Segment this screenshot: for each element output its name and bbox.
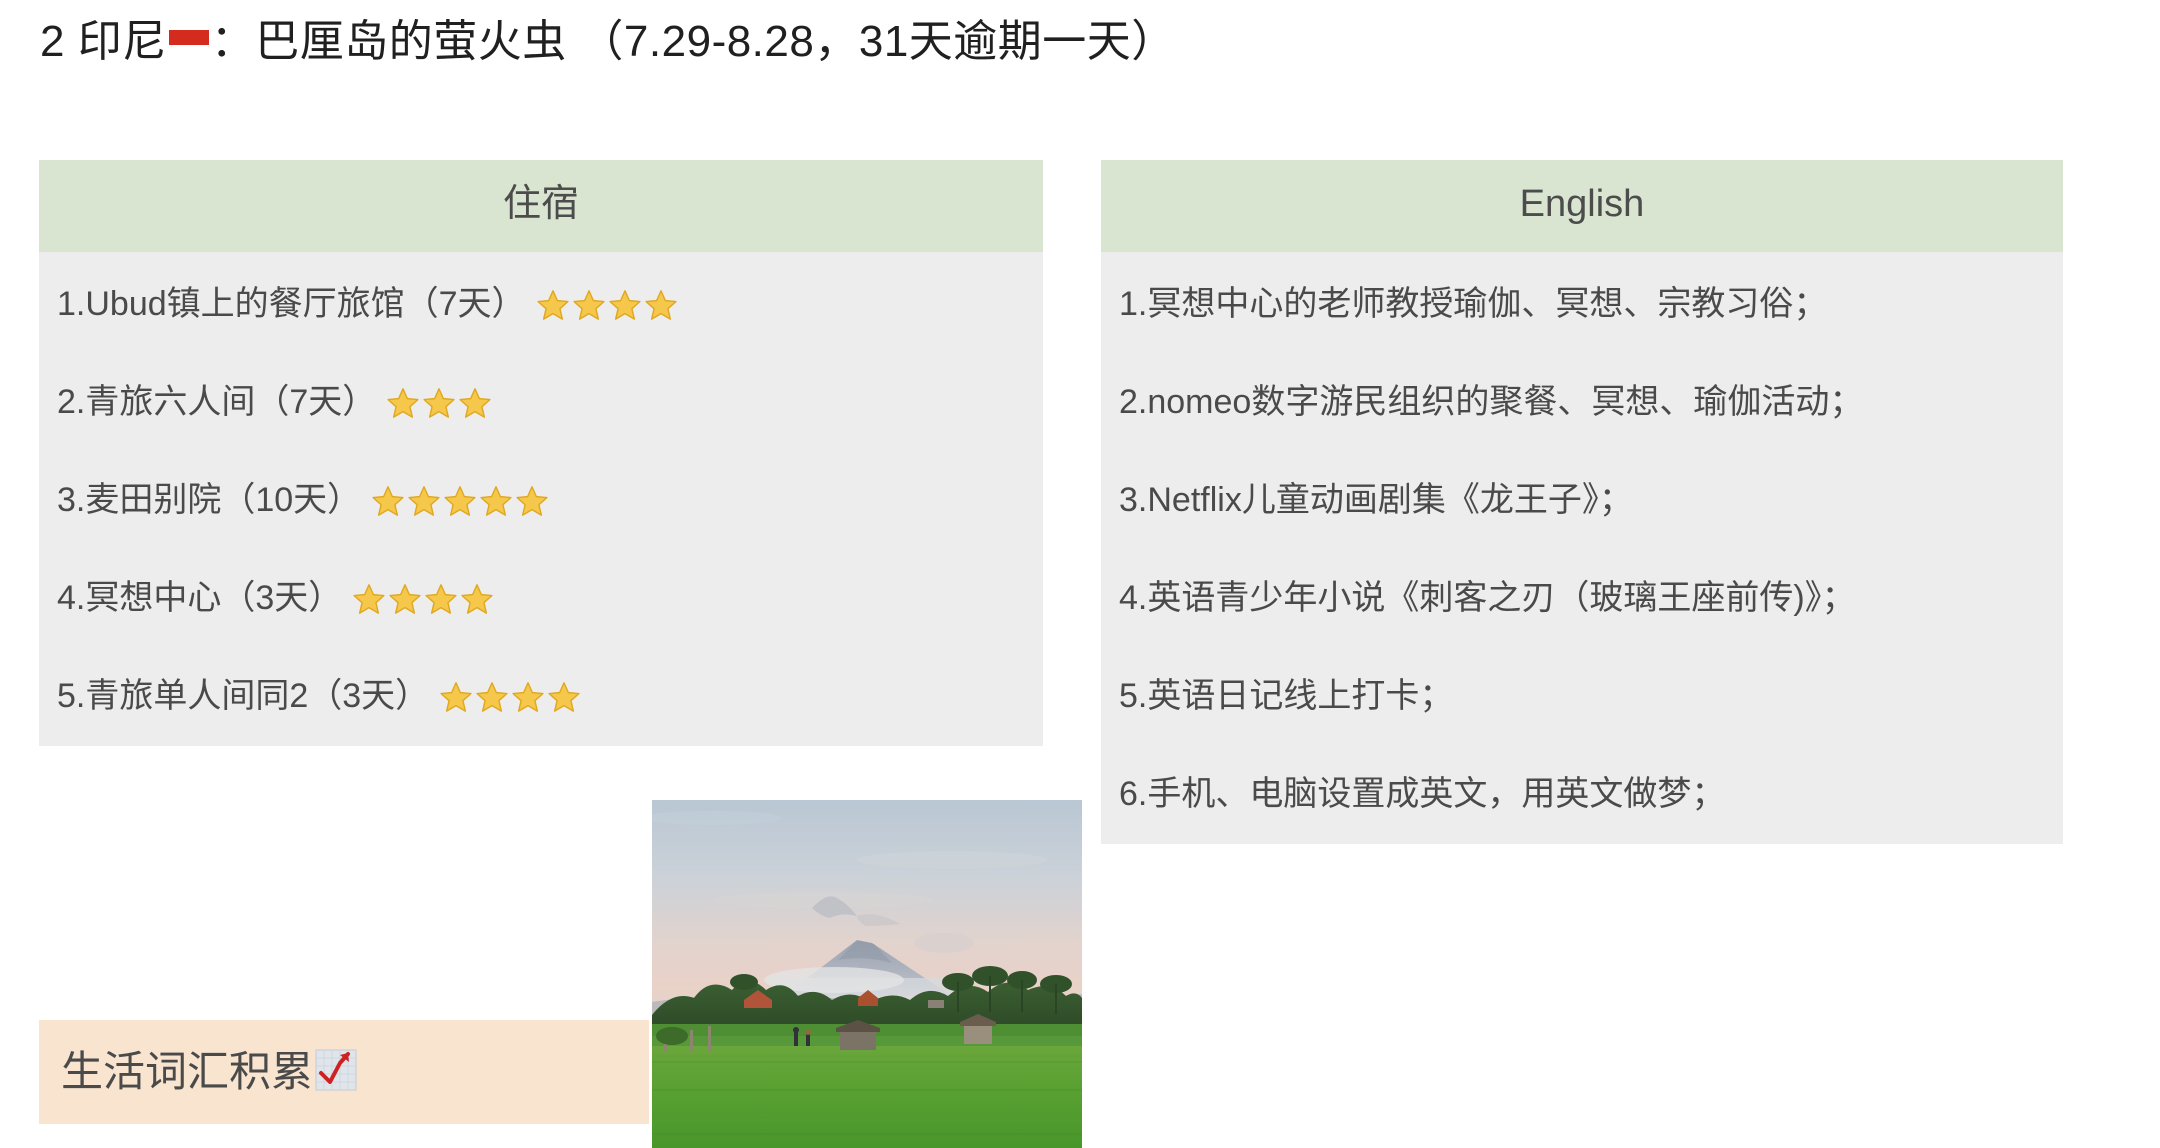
accommodation-table-body: 1.Ubud镇上的餐厅旅馆（7天） 2.青旅六人间（7天） 3.麦田别院（10天… bbox=[39, 251, 1043, 746]
accommodation-row-text: 3.麦田别院（10天） bbox=[57, 481, 362, 520]
star-rating bbox=[439, 680, 581, 714]
vocab-accumulation-box: 生活词汇积累 bbox=[39, 1020, 649, 1124]
star-icon bbox=[352, 582, 386, 616]
star-icon bbox=[371, 484, 405, 518]
star-rating bbox=[371, 484, 549, 518]
star-icon bbox=[511, 680, 545, 714]
table-row: 4.英语青少年小说《刺客之刃（玻璃王座前传)》； bbox=[1101, 550, 2063, 648]
table-row: 1.Ubud镇上的餐厅旅馆（7天） bbox=[39, 252, 1043, 354]
star-icon bbox=[475, 680, 509, 714]
accommodation-row-text: 1.Ubud镇上的餐厅旅馆（7天） bbox=[57, 285, 526, 324]
accommodation-row-text: 5.青旅单人间同2（3天） bbox=[57, 677, 430, 716]
page-title: 2 印尼 ：巴厘岛的萤火虫 （7.29-8.28，31天逾期一天） bbox=[40, 14, 1176, 73]
accommodation-table: 住宿 1.Ubud镇上的餐厅旅馆（7天） 2.青旅六人间（7天） 3.麦田别院（… bbox=[39, 160, 1043, 746]
star-rating bbox=[386, 386, 492, 420]
star-icon bbox=[536, 288, 570, 322]
chart-increasing-icon bbox=[315, 1049, 357, 1096]
star-icon bbox=[388, 582, 422, 616]
english-row-text: 2.nomeo数字游民组织的聚餐、冥想、瑜伽活动； bbox=[1119, 383, 1864, 422]
vocab-accumulation-label: 生活词汇积累 bbox=[61, 1048, 314, 1095]
accommodation-table-header: 住宿 bbox=[39, 160, 1043, 252]
table-row: 1.冥想中心的老师教授瑜伽、冥想、宗教习俗； bbox=[1101, 252, 2063, 354]
table-row: 5.青旅单人间同2（3天） bbox=[39, 648, 1043, 746]
star-rating bbox=[536, 288, 678, 322]
english-table-header: English bbox=[1101, 160, 2063, 252]
indonesia-flag-icon bbox=[168, 18, 209, 73]
english-row-text: 4.英语青少年小说《刺客之刃（玻璃王座前传)》； bbox=[1119, 579, 1856, 618]
star-icon bbox=[515, 484, 549, 518]
bali-rice-field-photo bbox=[652, 800, 1082, 1148]
star-icon bbox=[644, 288, 678, 322]
star-icon bbox=[422, 386, 456, 420]
table-row: 3.Netflix儿童动画剧集《龙王子》； bbox=[1101, 452, 2063, 550]
english-table: English 1.冥想中心的老师教授瑜伽、冥想、宗教习俗； 2.nomeo数字… bbox=[1101, 160, 2063, 844]
table-row: 2.青旅六人间（7天） bbox=[39, 354, 1043, 452]
table-row: 5.英语日记线上打卡； bbox=[1101, 648, 2063, 746]
english-table-body: 1.冥想中心的老师教授瑜伽、冥想、宗教习俗； 2.nomeo数字游民组织的聚餐、… bbox=[1101, 251, 2063, 844]
star-icon bbox=[460, 582, 494, 616]
table-row: 2.nomeo数字游民组织的聚餐、冥想、瑜伽活动； bbox=[1101, 354, 2063, 452]
star-icon bbox=[407, 484, 441, 518]
page-title-suffix: ：巴厘岛的萤火虫 （7.29-8.28，31天逾期一天） bbox=[210, 17, 1176, 66]
english-row-text: 1.冥想中心的老师教授瑜伽、冥想、宗教习俗； bbox=[1119, 285, 1828, 324]
page-title-prefix: 2 印尼 bbox=[40, 17, 167, 66]
table-row: 3.麦田别院（10天） bbox=[39, 452, 1043, 550]
table-row: 4.冥想中心（3天） bbox=[39, 550, 1043, 648]
english-row-text: 6.手机、电脑设置成英文，用英文做梦； bbox=[1119, 775, 1726, 814]
accommodation-row-text: 2.青旅六人间（7天） bbox=[57, 383, 377, 422]
star-icon bbox=[479, 484, 513, 518]
english-row-text: 3.Netflix儿童动画剧集《龙王子》； bbox=[1119, 481, 1633, 520]
star-icon bbox=[572, 288, 606, 322]
table-row: 6.手机、电脑设置成英文，用英文做梦； bbox=[1101, 746, 2063, 844]
star-icon bbox=[608, 288, 642, 322]
star-icon bbox=[439, 680, 473, 714]
star-icon bbox=[458, 386, 492, 420]
star-icon bbox=[547, 680, 581, 714]
star-rating bbox=[352, 582, 494, 616]
english-row-text: 5.英语日记线上打卡； bbox=[1119, 677, 1454, 716]
star-icon bbox=[443, 484, 477, 518]
star-icon bbox=[424, 582, 458, 616]
star-icon bbox=[386, 386, 420, 420]
accommodation-row-text: 4.冥想中心（3天） bbox=[57, 579, 343, 618]
